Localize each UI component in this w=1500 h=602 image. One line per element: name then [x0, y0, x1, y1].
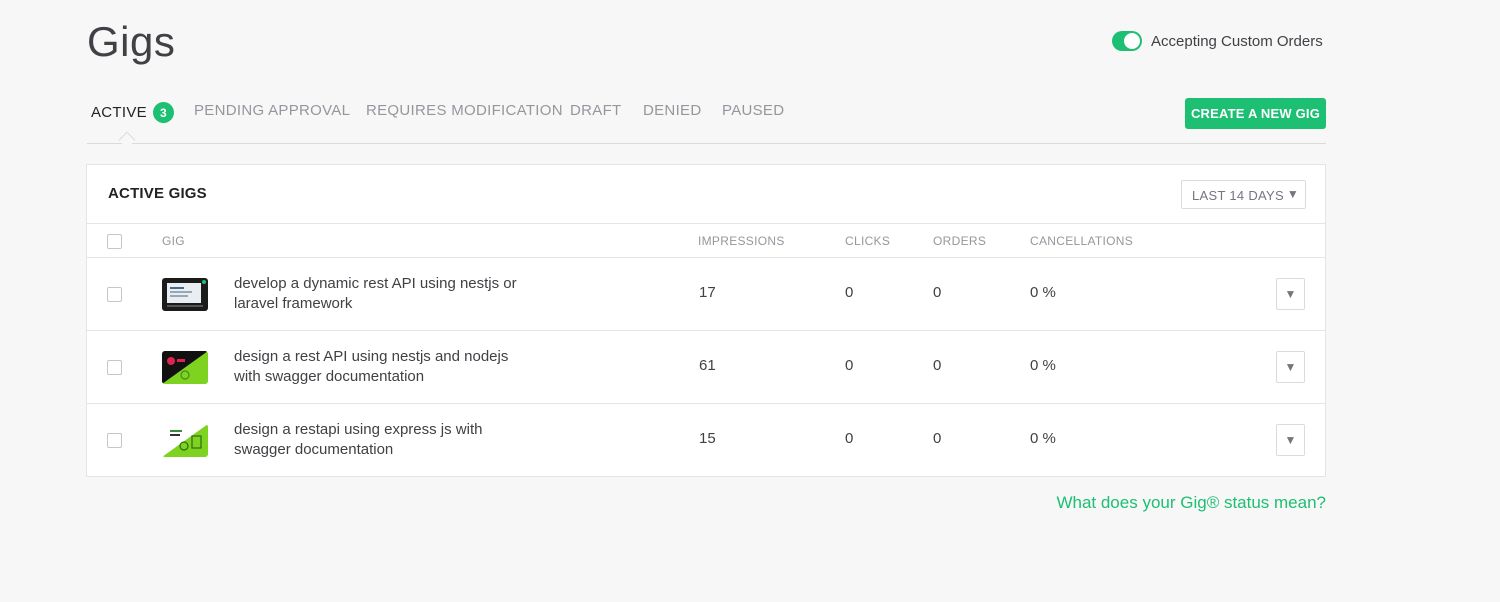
tab-paused-label: PAUSED	[722, 102, 785, 119]
impressions-value: 17	[699, 284, 716, 301]
custom-orders-toggle[interactable]	[1112, 31, 1142, 51]
gig-title-link[interactable]: develop a dynamic rest API using nestjs …	[234, 274, 524, 314]
active-gigs-panel: ACTIVE GIGS LAST 14 DAYS ▼ GIG IMPRESSIO…	[86, 164, 1326, 477]
impressions-value: 61	[699, 357, 716, 374]
column-impressions: IMPRESSIONS	[698, 234, 785, 248]
chevron-down-icon: ▼	[1286, 187, 1299, 201]
tab-requires-modification[interactable]: REQUIRES MODIFICATION	[366, 102, 563, 119]
column-cancellations: CANCELLATIONS	[1030, 234, 1134, 248]
gig-title-link[interactable]: design a restapi using express js with s…	[234, 420, 524, 460]
gig-status-tabs: ACTIVE 3 PENDING APPROVAL REQUIRES MODIF…	[87, 96, 1326, 149]
row-checkbox[interactable]	[107, 433, 122, 448]
row-checkbox[interactable]	[107, 360, 122, 375]
orders-value: 0	[933, 284, 942, 301]
tab-pending-approval[interactable]: PENDING APPROVAL	[194, 102, 350, 119]
table-row: develop a dynamic rest API using nestjs …	[87, 258, 1325, 331]
clicks-value: 0	[845, 284, 854, 301]
gig-thumbnail[interactable]	[162, 351, 208, 384]
tab-active[interactable]: ACTIVE 3	[91, 102, 174, 123]
active-tab-indicator	[118, 131, 136, 149]
tab-draft-label: DRAFT	[570, 102, 622, 119]
cancellations-value: 0 %	[1030, 430, 1056, 447]
date-range-value: LAST 14 DAYS	[1192, 188, 1284, 203]
column-orders: ORDERS	[933, 234, 987, 248]
custom-orders-setting: Accepting Custom Orders	[1112, 31, 1323, 51]
chevron-down-icon: ▼	[1284, 433, 1297, 447]
panel-title: ACTIVE GIGS	[108, 185, 207, 202]
column-gig: GIG	[162, 234, 185, 248]
tab-denied-label: DENIED	[643, 102, 702, 119]
tab-draft[interactable]: DRAFT	[570, 102, 622, 119]
tab-requires-modification-label: REQUIRES MODIFICATION	[366, 102, 563, 119]
tab-paused[interactable]: PAUSED	[722, 102, 784, 119]
chevron-down-icon: ▼	[1284, 287, 1297, 301]
column-clicks: CLICKS	[845, 234, 891, 248]
active-count-badge: 3	[152, 102, 174, 123]
row-actions-button[interactable]: ▼	[1276, 278, 1305, 310]
date-range-select[interactable]: LAST 14 DAYS ▼	[1181, 180, 1306, 209]
select-all-checkbox[interactable]	[107, 234, 122, 249]
create-new-gig-button[interactable]: CREATE A NEW GIG	[1185, 98, 1326, 129]
impressions-value: 15	[699, 430, 716, 447]
row-checkbox[interactable]	[107, 287, 122, 302]
orders-value: 0	[933, 430, 942, 447]
row-actions-button[interactable]: ▼	[1276, 351, 1305, 383]
row-actions-button[interactable]: ▼	[1276, 424, 1305, 456]
orders-value: 0	[933, 357, 942, 374]
table-header: GIG IMPRESSIONS CLICKS ORDERS CANCELLATI…	[87, 224, 1325, 258]
table-row: design a rest API using nestjs and nodej…	[87, 331, 1325, 404]
clicks-value: 0	[845, 357, 854, 374]
gig-status-help-link[interactable]: What does your Gig® status mean?	[1056, 493, 1326, 513]
cancellations-value: 0 %	[1030, 357, 1056, 374]
table-row: design a restapi using express js with s…	[87, 404, 1325, 477]
gig-thumbnail[interactable]	[162, 424, 208, 457]
custom-orders-label: Accepting Custom Orders	[1151, 32, 1323, 50]
cancellations-value: 0 %	[1030, 284, 1056, 301]
tab-active-label: ACTIVE	[91, 104, 147, 121]
clicks-value: 0	[845, 430, 854, 447]
panel-header: ACTIVE GIGS LAST 14 DAYS ▼	[87, 165, 1325, 224]
page-title: Gigs	[87, 18, 176, 65]
gig-title-link[interactable]: design a rest API using nestjs and nodej…	[234, 347, 524, 387]
tab-pending-approval-label: PENDING APPROVAL	[194, 102, 351, 119]
gig-thumbnail[interactable]	[162, 278, 208, 311]
chevron-down-icon: ▼	[1284, 360, 1297, 374]
tab-denied[interactable]: DENIED	[643, 102, 701, 119]
